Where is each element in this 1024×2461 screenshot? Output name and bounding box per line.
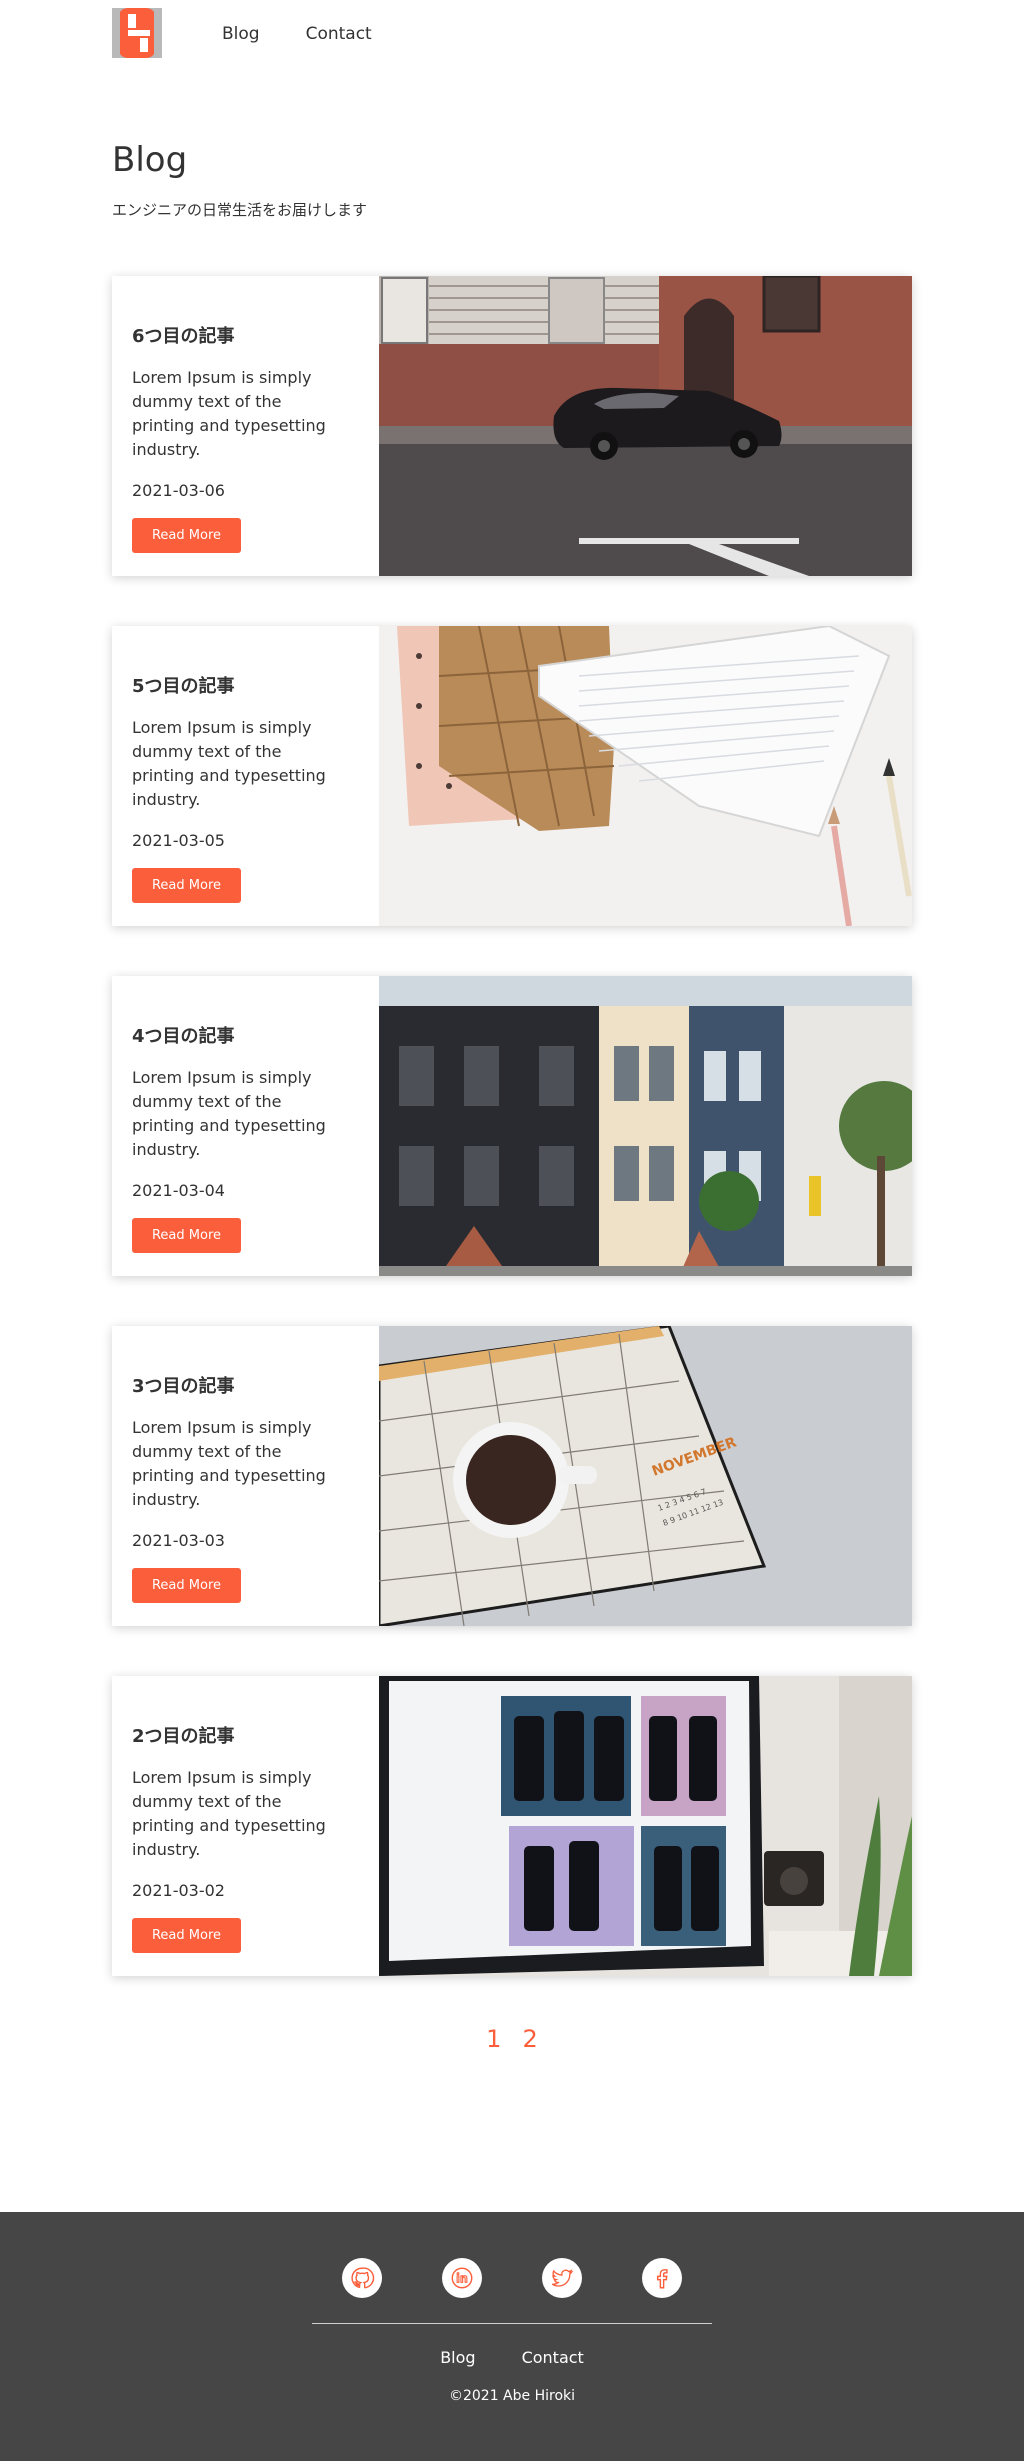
footer-link-contact[interactable]: Contact <box>522 2348 584 2367</box>
page-link-2[interactable]: 2 <box>523 2025 538 2053</box>
twitter-icon <box>551 2269 574 2287</box>
footer-divider <box>312 2323 712 2324</box>
page-subtitle: エンジニアの日常生活をお届けします <box>112 200 368 219</box>
post-image[interactable] <box>379 626 912 926</box>
read-more-button[interactable]: Read More <box>132 1918 241 1953</box>
post-date: 2021-03-03 <box>132 1531 225 1550</box>
github-icon <box>351 2267 375 2289</box>
nav-link-contact[interactable]: Contact <box>306 24 372 44</box>
notebooks-pens-photo <box>379 626 912 926</box>
social-links <box>0 2258 1024 2298</box>
site-header: Blog Contact <box>0 0 1024 70</box>
post-card: 6つ目の記事 Lorem Ipsum is simply dummy text … <box>112 276 912 576</box>
coffee-calendar-photo: NOVEMBER 1 2 3 4 5 6 7 8 9 10 11 12 13 <box>379 1326 912 1626</box>
post-card: 4つ目の記事 Lorem Ipsum is simply dummy text … <box>112 976 912 1276</box>
footer-link-blog[interactable]: Blog <box>440 2348 475 2367</box>
linkedin-icon <box>451 2267 473 2289</box>
nav-link-blog[interactable]: Blog <box>222 24 260 44</box>
post-card-body: 6つ目の記事 Lorem Ipsum is simply dummy text … <box>112 276 379 576</box>
post-card-body: 5つ目の記事 Lorem Ipsum is simply dummy text … <box>112 626 379 926</box>
hero: Blog エンジニアの日常生活をお届けします <box>112 140 367 220</box>
post-title[interactable]: 5つ目の記事 <box>132 672 359 698</box>
post-card-body: 3つ目の記事 Lorem Ipsum is simply dummy text … <box>112 1326 379 1626</box>
post-excerpt: Lorem Ipsum is simply dummy text of the … <box>132 1068 326 1159</box>
post-title[interactable]: 2つ目の記事 <box>132 1722 359 1748</box>
site-footer: Blog Contact ©2021 Abe Hiroki <box>0 2212 1024 2461</box>
post-image[interactable] <box>379 276 912 576</box>
post-card: 3つ目の記事 Lorem Ipsum is simply dummy text … <box>112 1326 912 1626</box>
post-image[interactable] <box>379 976 912 1276</box>
page-title: Blog <box>112 140 188 180</box>
post-image[interactable] <box>379 1676 912 1976</box>
page-link-1[interactable]: 1 <box>486 2025 501 2053</box>
site-logo-icon[interactable] <box>112 8 162 58</box>
github-link[interactable] <box>342 2258 382 2298</box>
page: Blog Contact Blog エンジニアの日常生活をお届けします 6つ目の… <box>0 0 1024 2461</box>
post-card-body: 4つ目の記事 Lorem Ipsum is simply dummy text … <box>112 976 379 1276</box>
footer-nav: Blog Contact <box>0 2348 1024 2367</box>
linkedin-link[interactable] <box>442 2258 482 2298</box>
row-houses-photo <box>379 976 912 1276</box>
post-excerpt: Lorem Ipsum is simply dummy text of the … <box>132 1768 326 1859</box>
post-excerpt: Lorem Ipsum is simply dummy text of the … <box>132 718 326 809</box>
facebook-icon <box>656 2269 668 2289</box>
read-more-button[interactable]: Read More <box>132 1218 241 1253</box>
post-date: 2021-03-04 <box>132 1181 225 1200</box>
street-car-photo <box>379 276 912 576</box>
post-excerpt: Lorem Ipsum is simply dummy text of the … <box>132 368 326 459</box>
facebook-link[interactable] <box>642 2258 682 2298</box>
post-date: 2021-03-02 <box>132 1881 225 1900</box>
post-date: 2021-03-06 <box>132 481 225 500</box>
read-more-button[interactable]: Read More <box>132 518 241 553</box>
post-card-body: 2つ目の記事 Lorem Ipsum is simply dummy text … <box>112 1676 379 1976</box>
post-title[interactable]: 3つ目の記事 <box>132 1372 359 1398</box>
header-nav: Blog Contact <box>222 24 372 44</box>
post-excerpt: Lorem Ipsum is simply dummy text of the … <box>132 1418 326 1509</box>
pagination: 1 2 <box>0 2025 1024 2053</box>
post-image[interactable]: NOVEMBER 1 2 3 4 5 6 7 8 9 10 11 12 13 <box>379 1326 912 1626</box>
post-date: 2021-03-05 <box>132 831 225 850</box>
post-title[interactable]: 4つ目の記事 <box>132 1022 359 1048</box>
read-more-button[interactable]: Read More <box>132 868 241 903</box>
twitter-link[interactable] <box>542 2258 582 2298</box>
monitor-design-photo <box>379 1676 912 1976</box>
post-card: 5つ目の記事 Lorem Ipsum is simply dummy text … <box>112 626 912 926</box>
post-card: 2つ目の記事 Lorem Ipsum is simply dummy text … <box>112 1676 912 1976</box>
copyright: ©2021 Abe Hiroki <box>448 2388 576 2404</box>
read-more-button[interactable]: Read More <box>132 1568 241 1603</box>
post-title[interactable]: 6つ目の記事 <box>132 322 359 348</box>
